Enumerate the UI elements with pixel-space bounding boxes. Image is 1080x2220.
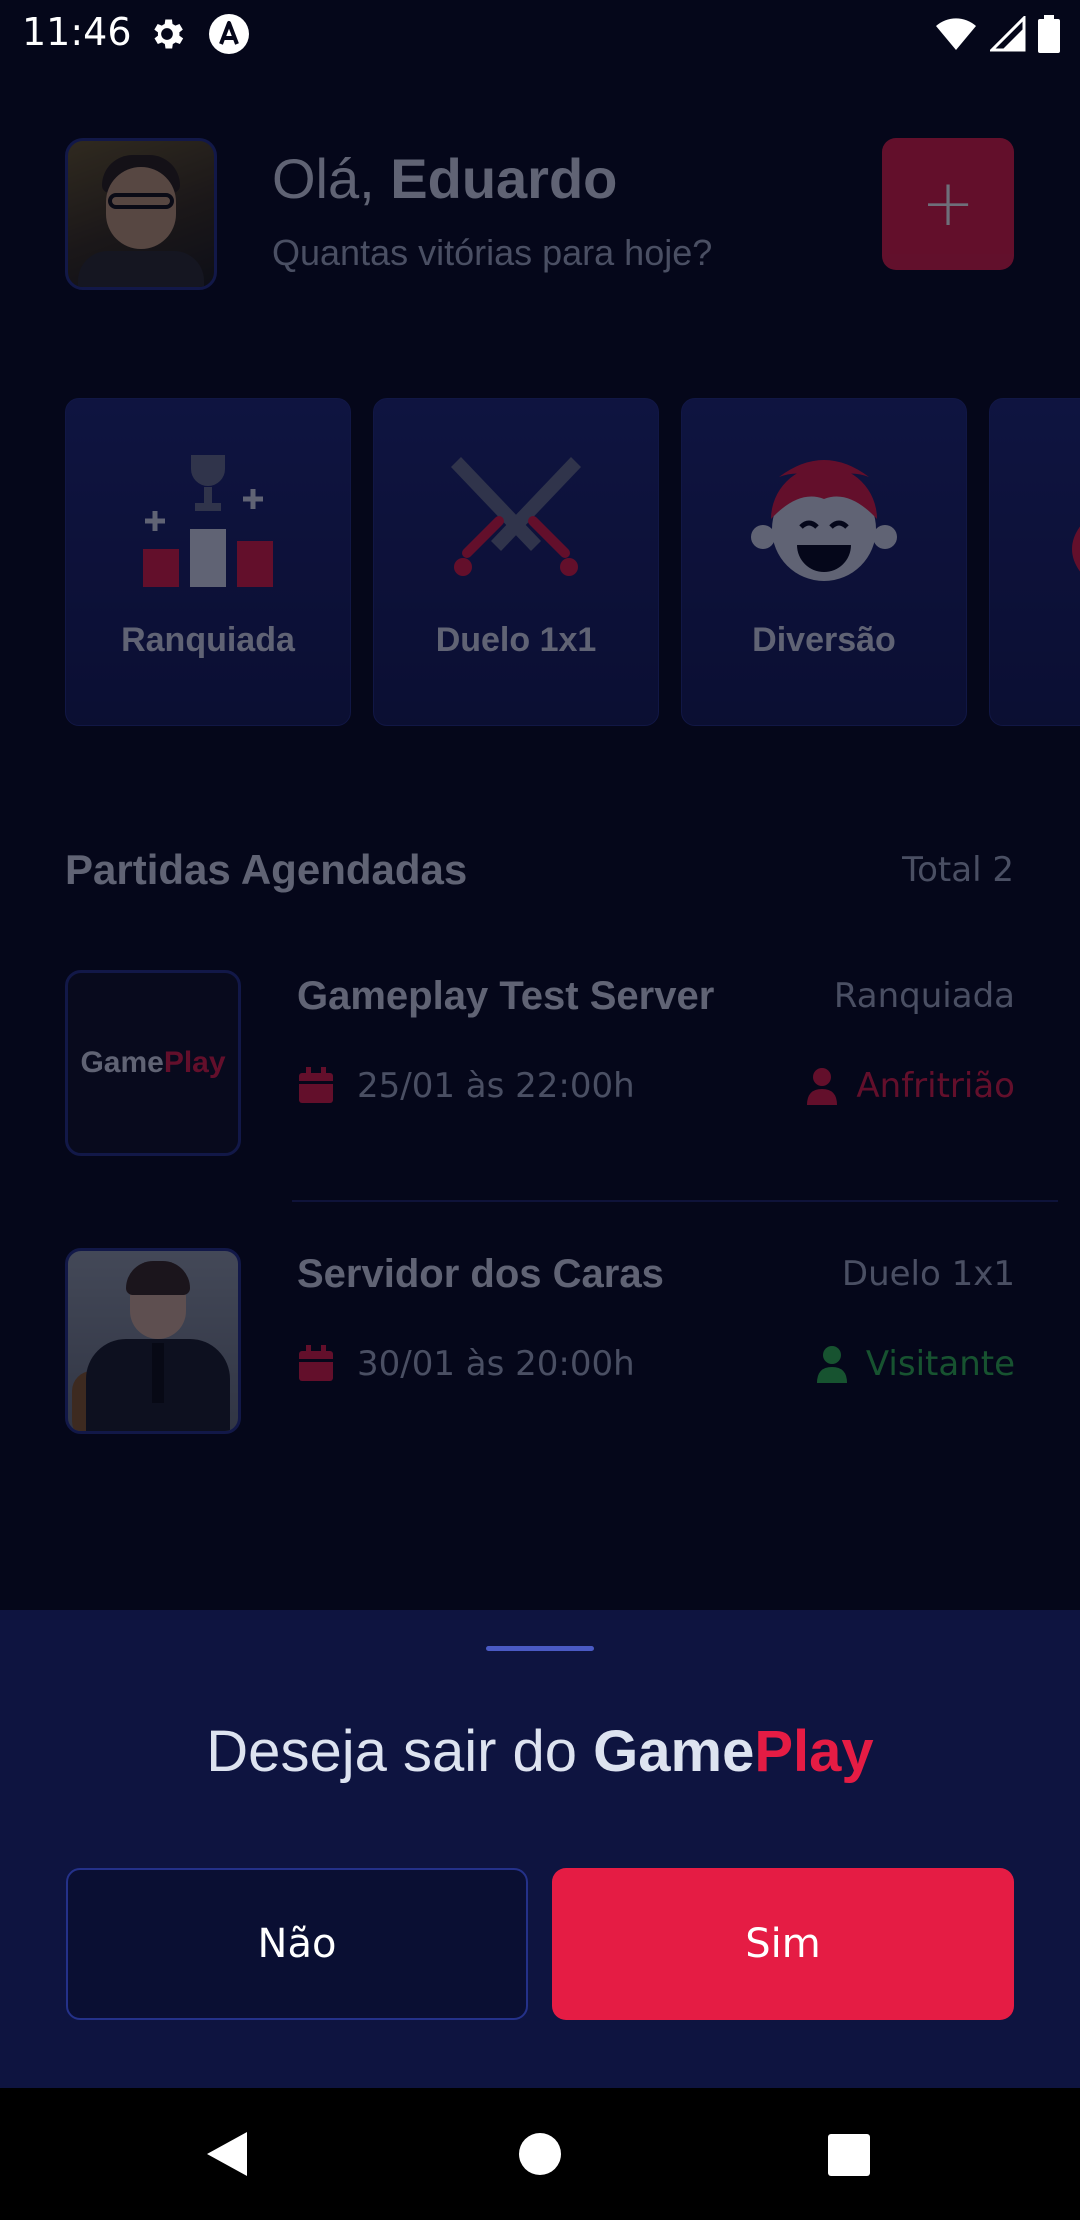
logout-bottom-sheet: Deseja sair do GamePlay Não Sim [0,1610,1080,2088]
category-label: Duelo 1x1 [435,621,597,659]
brand-game: Game [593,1719,755,1784]
category-partial[interactable] [989,398,1080,726]
gear-icon [154,19,184,49]
match-role: Visitante [816,1344,1015,1384]
system-navigation-bar [0,2088,1080,2220]
category-list: Ranquiada Duelo 1x1 Diversão [65,398,1080,728]
back-icon[interactable] [205,2130,249,2178]
status-time: 11:46 [22,10,132,54]
match-date: 25/01 às 22:00h [297,1066,635,1106]
category-duel[interactable]: Duelo 1x1 [373,398,659,726]
match-title: Gameplay Test Server [297,974,715,1018]
category-label: Ranquiada [121,621,295,659]
partial-category-icon [1072,526,1080,572]
match-thumbnail [65,1248,241,1434]
scheduled-total: Total 2 [902,850,1014,890]
greeting-subtitle: Quantas vitórias para hoje? [272,232,713,273]
battery-icon [1038,15,1060,53]
greeting: Olá, Eduardo [272,146,617,211]
category-fun[interactable]: Diversão [681,398,967,726]
match-date: 30/01 às 20:00h [297,1344,635,1384]
match-item[interactable]: Servidor dos Caras Duelo 1x1 30/01 às 20… [65,1248,1015,1438]
user-name: Eduardo [390,147,618,210]
app-screen: 11:46 Olá, Eduardo Quantas vitórias para… [0,0,1080,2220]
gameplay-logo: GamePlay [80,1046,226,1079]
match-title: Servidor dos Caras [297,1252,664,1296]
calendar-icon [299,1067,333,1103]
yes-button[interactable]: Sim [552,1868,1014,2020]
no-button[interactable]: Não [66,1868,528,2020]
home-content: Olá, Eduardo Quantas vitórias para hoje?… [0,68,1080,1610]
match-item[interactable]: GamePlay Gameplay Test Server Ranquiada … [65,970,1015,1160]
wifi-icon [936,18,976,50]
crossed-swords-icon [451,457,581,576]
list-divider [292,1200,1058,1202]
match-category: Duelo 1x1 [841,1254,1015,1294]
match-role: Anfritrião [806,1066,1015,1106]
recent-apps-icon[interactable] [828,2134,870,2176]
logout-question: Deseja sair do GamePlay [206,1719,874,1784]
greeting-prefix: Olá, [272,147,375,210]
category-label: Diversão [752,621,896,659]
react-icon [209,14,249,54]
person-icon [807,1068,838,1105]
person-icon [816,1346,847,1383]
sheet-drag-handle[interactable] [486,1646,594,1651]
status-right-icons [934,14,1060,54]
calendar-icon [299,1345,333,1381]
scheduled-title: Partidas Agendadas [65,846,468,893]
status-bar: 11:46 [0,0,1080,68]
ranked-podium-icon [143,455,273,587]
match-category: Ranquiada [833,976,1015,1016]
category-ranked[interactable]: Ranquiada [65,398,351,726]
brand-play: Play [754,1719,874,1784]
signal-icon [990,16,1026,52]
match-thumbnail: GamePlay [65,970,241,1156]
laughing-face-icon [751,460,897,581]
home-icon[interactable] [518,2132,562,2176]
user-avatar[interactable] [65,138,217,290]
add-appointment-button[interactable]: + [882,138,1014,270]
